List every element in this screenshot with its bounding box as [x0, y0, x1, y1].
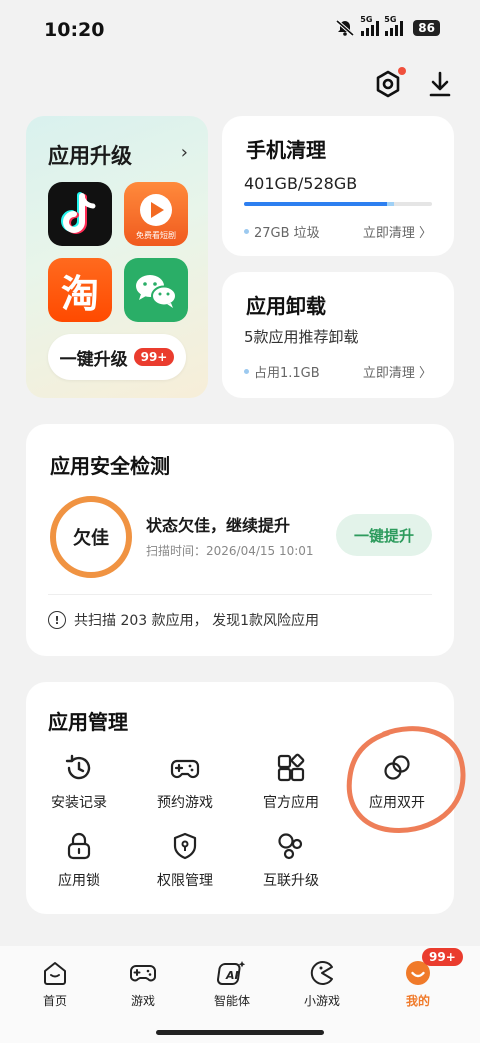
- permission-management-button[interactable]: 权限管理: [137, 830, 233, 890]
- official-apps-button[interactable]: 官方应用: [243, 752, 339, 812]
- tiktok-icon: [61, 192, 96, 234]
- ai-icon: AI: [217, 961, 246, 985]
- clean-now-link[interactable]: 立即清理 〉: [363, 222, 432, 241]
- security-check-card[interactable]: 应用安全检测 欠佳 状态欠佳，继续提升 扫描时间：2026/04/15 10:0…: [26, 424, 454, 656]
- pacman-icon: [310, 961, 333, 985]
- app-icon-taobao[interactable]: 淘: [48, 258, 112, 322]
- dual-app-icon: [384, 755, 410, 780]
- phone-cleanup-card[interactable]: 手机清理 401GB/528GB 27GB 垃圾 立即清理 〉: [222, 116, 454, 256]
- status-bar: 10:20 5G 5G 86: [0, 0, 480, 60]
- svg-text:AI: AI: [225, 969, 239, 982]
- uninstall-clean-link[interactable]: 立即清理 〉: [363, 362, 432, 381]
- reserve-games-button[interactable]: 预约游戏: [137, 752, 233, 812]
- app-icon-tiktok[interactable]: [48, 182, 112, 246]
- bottom-tab-bar: 首页 游戏 AI 智能体 小游戏 我的: [0, 946, 480, 1043]
- notification-dot: [398, 67, 406, 75]
- battery-icon: 86: [413, 20, 440, 36]
- uninstall-suggestion: 5款应用推荐卸载: [244, 328, 359, 346]
- gamepad-icon: [130, 965, 156, 982]
- apps-grid-icon: [277, 753, 305, 782]
- app-icon-short-drama[interactable]: 免费看短剧: [124, 182, 188, 246]
- wechat-icon: [136, 275, 177, 308]
- app-management-title: 应用管理: [48, 710, 128, 734]
- security-score-ring: 欠佳: [50, 496, 132, 578]
- signal-icon-2: 5G: [384, 15, 404, 36]
- scan-time: 扫描时间：2026/04/15 10:01: [146, 544, 314, 558]
- phone-cleanup-title: 手机清理: [246, 138, 326, 162]
- one-key-upgrade-label: 一键升级: [59, 349, 128, 370]
- shield-lock-icon: [173, 832, 197, 860]
- mute-icon: [336, 20, 355, 36]
- app-management-card: 应用管理 安装记录 预约游戏 官方应用 应用双开 应用锁 权限管理 互联升级: [26, 682, 454, 914]
- download-button[interactable]: [424, 68, 456, 100]
- storage-progress-bar: [244, 202, 432, 206]
- space-usage: 占用1.1GB: [244, 362, 320, 381]
- scan-summary-text: 共扫描 203 款应用， 发现1款风险应用: [74, 613, 319, 629]
- tab-me-badge: 99+: [422, 948, 463, 966]
- tab-home[interactable]: 首页: [15, 958, 95, 1009]
- dual-app-button[interactable]: 应用双开: [349, 752, 445, 812]
- app-lock-button[interactable]: 应用锁: [31, 830, 127, 890]
- install-history-button[interactable]: 安装记录: [31, 752, 127, 812]
- scan-summary: ! 共扫描 203 款应用， 发现1款风险应用: [48, 610, 319, 630]
- home-icon: [44, 962, 66, 985]
- download-icon: [429, 71, 451, 97]
- app-uninstall-card[interactable]: 应用卸载 5款应用推荐卸载 占用1.1GB 立即清理 〉: [222, 272, 454, 398]
- upgrade-count-badge: 99+: [133, 348, 175, 366]
- history-icon: [65, 754, 91, 780]
- taobao-glyph: 淘: [60, 271, 99, 316]
- app-upgrade-card[interactable]: 应用升级 › 免费看短剧 淘 一键升级 99+: [26, 116, 208, 398]
- status-time: 10:20: [44, 19, 105, 41]
- chevron-right-icon[interactable]: ›: [181, 142, 188, 163]
- settings-button[interactable]: [372, 67, 406, 100]
- lock-icon: [67, 832, 91, 860]
- status-icons: 5G 5G 86: [335, 15, 440, 36]
- junk-size: 27GB 垃圾: [244, 222, 320, 241]
- divider: [48, 594, 432, 595]
- home-indicator[interactable]: [156, 1030, 324, 1035]
- gamepad-icon: [170, 759, 200, 779]
- app-caption: 免费看短剧: [136, 231, 176, 240]
- app-uninstall-title: 应用卸载: [246, 294, 326, 318]
- one-key-boost-button[interactable]: 一键提升: [336, 514, 432, 556]
- alert-icon: !: [48, 611, 66, 629]
- security-state: 状态欠佳，继续提升: [146, 516, 291, 535]
- app-icon-wechat[interactable]: [124, 258, 188, 322]
- connected-upgrade-button[interactable]: 互联升级: [243, 830, 339, 890]
- one-key-upgrade-button[interactable]: 一键升级 99+: [48, 334, 186, 380]
- storage-usage: 401GB/528GB: [244, 174, 358, 193]
- connect-icon: [278, 833, 303, 860]
- security-check-title: 应用安全检测: [50, 454, 170, 478]
- tab-mini-games[interactable]: 小游戏: [282, 958, 362, 1009]
- app-upgrade-title: 应用升级: [48, 144, 132, 168]
- tab-games[interactable]: 游戏: [103, 958, 183, 1009]
- signal-icon: 5G: [360, 15, 380, 36]
- tab-ai-agent[interactable]: AI 智能体: [192, 958, 272, 1009]
